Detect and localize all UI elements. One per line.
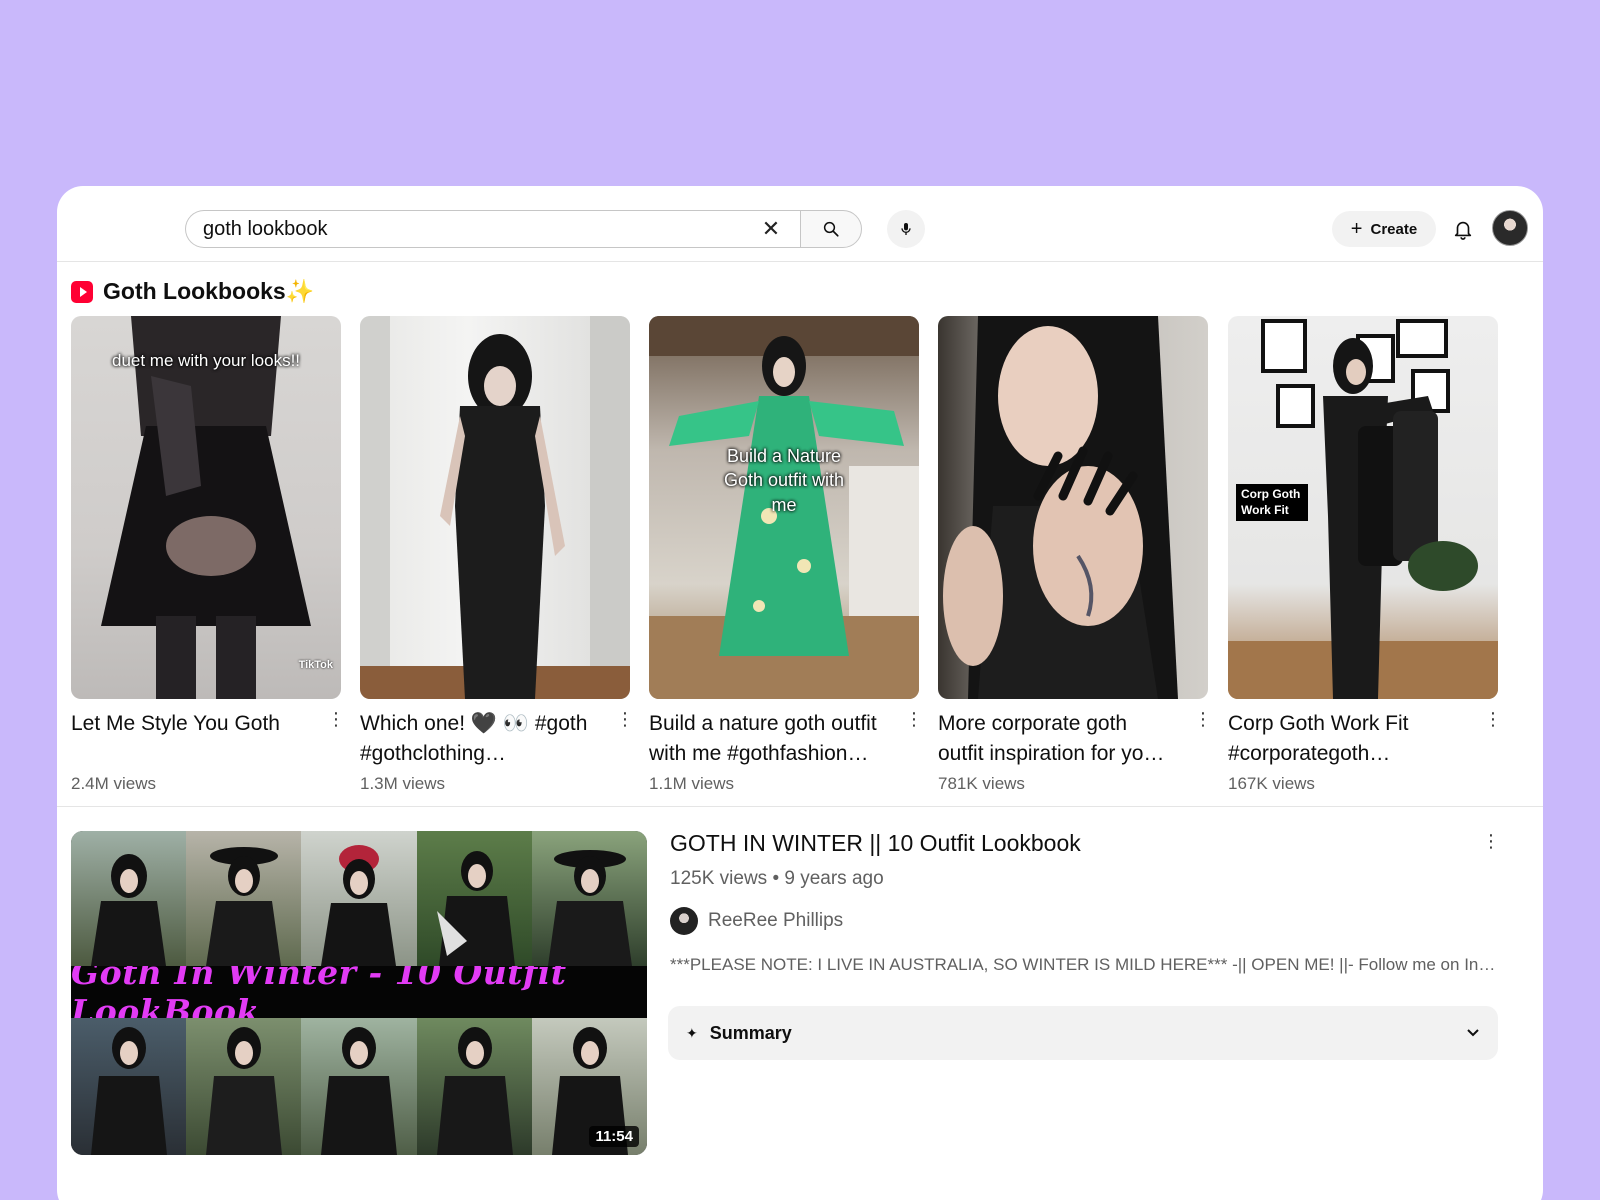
short-overlay-text: Corp Goth Work Fit bbox=[1236, 484, 1308, 522]
close-icon[interactable]: ✕ bbox=[756, 214, 786, 244]
search-icon bbox=[823, 221, 839, 237]
short-card[interactable]: Corp Goth Work Fit Corp Goth Work Fit #c… bbox=[1228, 316, 1502, 793]
short-thumbnail[interactable] bbox=[938, 316, 1208, 699]
short-title[interactable]: Corp Goth Work Fit #corporategoth… bbox=[1228, 709, 1468, 769]
collage-photo bbox=[416, 1018, 532, 1155]
more-vert-icon[interactable]: ⋮ bbox=[1484, 710, 1502, 731]
collage-figure bbox=[321, 1027, 398, 1155]
short-views: 781K views bbox=[938, 774, 1025, 793]
collage-figure bbox=[206, 1027, 283, 1155]
plus-icon: + bbox=[1350, 218, 1363, 240]
short-title[interactable]: More corporate goth outfit inspiration f… bbox=[938, 709, 1178, 769]
sparkle-icon: ✨ bbox=[285, 278, 315, 304]
short-views: 1.3M views bbox=[360, 774, 446, 793]
summary-label: Summary bbox=[709, 1022, 792, 1043]
voice-search-button[interactable] bbox=[887, 210, 925, 248]
video-info: GOTH IN WINTER || 10 Outfit Lookbook 125… bbox=[670, 826, 1500, 975]
notifications-button[interactable] bbox=[1449, 215, 1477, 243]
channel-name[interactable]: ReeRee Phillips bbox=[708, 910, 843, 932]
more-vert-icon[interactable]: ⋮ bbox=[905, 710, 923, 731]
short-views: 167K views bbox=[1228, 774, 1315, 793]
divider bbox=[57, 806, 1543, 807]
short-overlay-text: duet me with your looks!! bbox=[111, 351, 301, 370]
bell-icon bbox=[1454, 221, 1472, 240]
channel-link[interactable]: ReeRee Phillips bbox=[670, 907, 1500, 935]
short-thumbnail[interactable] bbox=[360, 316, 630, 699]
collage-photo bbox=[301, 1018, 417, 1155]
more-vert-icon[interactable]: ⋮ bbox=[1482, 831, 1500, 851]
video-description: ***PLEASE NOTE: I LIVE IN AUSTRALIA, SO … bbox=[670, 955, 1500, 974]
short-card[interactable]: Build a Nature Goth outfit with me Build… bbox=[649, 316, 923, 793]
collage-photo bbox=[186, 831, 302, 966]
video-title[interactable]: GOTH IN WINTER || 10 Outfit Lookbook bbox=[670, 826, 1500, 860]
short-views: 1.1M views bbox=[649, 774, 735, 793]
section-title: Goth Lookbooks bbox=[103, 278, 286, 304]
search-query[interactable]: goth lookbook bbox=[203, 218, 756, 241]
shorts-icon bbox=[71, 280, 93, 303]
top-bar: goth lookbook ✕ + Create bbox=[57, 186, 1543, 262]
collage-figure bbox=[321, 845, 397, 966]
thumbnail-collage: Goth In Winter - 10 Outfit LookBook bbox=[71, 831, 647, 1155]
thumbnail-banner-text: Goth In Winter - 10 Outfit LookBook bbox=[71, 953, 647, 1031]
collage-photo bbox=[416, 831, 532, 966]
collage-photo bbox=[71, 1018, 187, 1155]
short-thumbnail[interactable]: duet me with your looks!! TikTok bbox=[71, 316, 341, 699]
short-thumbnail[interactable]: Build a Nature Goth outfit with me bbox=[649, 316, 919, 699]
collage-figure bbox=[436, 851, 515, 966]
short-views: 2.4M views bbox=[71, 774, 157, 793]
collage-figure bbox=[547, 850, 632, 966]
browser-window: goth lookbook ✕ + Create Goth Lookbooks✨ bbox=[57, 186, 1543, 1200]
more-vert-icon[interactable]: ⋮ bbox=[1194, 710, 1212, 731]
short-card[interactable]: duet me with your looks!! TikTok Let Me … bbox=[71, 316, 345, 793]
short-thumbnail-art bbox=[943, 316, 1178, 699]
search-button[interactable] bbox=[800, 210, 862, 248]
more-vert-icon[interactable]: ⋮ bbox=[616, 710, 634, 731]
collage-figure bbox=[91, 1027, 167, 1155]
collage-figure bbox=[436, 1027, 513, 1155]
search-input[interactable]: goth lookbook ✕ bbox=[185, 210, 800, 248]
collage-photo bbox=[531, 831, 647, 966]
collage-photo bbox=[186, 1018, 302, 1155]
collage-figure bbox=[91, 854, 166, 966]
short-title[interactable]: Build a nature goth outfit with me #goth… bbox=[649, 709, 889, 769]
chevron-down-icon bbox=[1467, 1029, 1479, 1037]
short-title[interactable]: Let Me Style You Goth bbox=[71, 709, 311, 739]
collage-photo bbox=[71, 831, 187, 966]
sparkle-icon: ✦ bbox=[686, 1024, 698, 1041]
collage-photo bbox=[301, 831, 417, 966]
channel-avatar[interactable] bbox=[670, 907, 698, 935]
short-card[interactable]: More corporate goth outfit inspiration f… bbox=[938, 316, 1212, 793]
tiktok-watermark: TikTok bbox=[298, 659, 333, 671]
collage-figure bbox=[206, 847, 282, 966]
shorts-section-header: Goth Lookbooks✨ bbox=[71, 278, 314, 305]
short-title[interactable]: Which one! 🖤 👀 #goth #gothclothing… bbox=[360, 709, 600, 769]
create-label: Create bbox=[1370, 220, 1418, 238]
short-thumbnail[interactable]: Corp Goth Work Fit bbox=[1228, 316, 1498, 699]
short-overlay-text: Build a Nature Goth outfit with me bbox=[723, 446, 845, 515]
summary-expander[interactable]: ✦ Summary bbox=[668, 1006, 1498, 1060]
avatar[interactable] bbox=[1492, 210, 1528, 246]
short-thumbnail-art bbox=[360, 316, 630, 699]
video-meta: 125K views • 9 years ago bbox=[670, 868, 884, 889]
mic-icon bbox=[901, 223, 911, 235]
more-vert-icon[interactable]: ⋮ bbox=[327, 710, 345, 731]
create-button[interactable]: + Create bbox=[1332, 211, 1436, 247]
video-thumbnail[interactable]: Goth In Winter - 10 Outfit LookBook 11:5… bbox=[71, 831, 647, 1155]
short-thumbnail-art bbox=[101, 316, 311, 699]
short-card[interactable]: Which one! 🖤 👀 #goth #gothclothing… ⋮ 1.… bbox=[360, 316, 634, 793]
duration-badge: 11:54 bbox=[589, 1126, 639, 1147]
